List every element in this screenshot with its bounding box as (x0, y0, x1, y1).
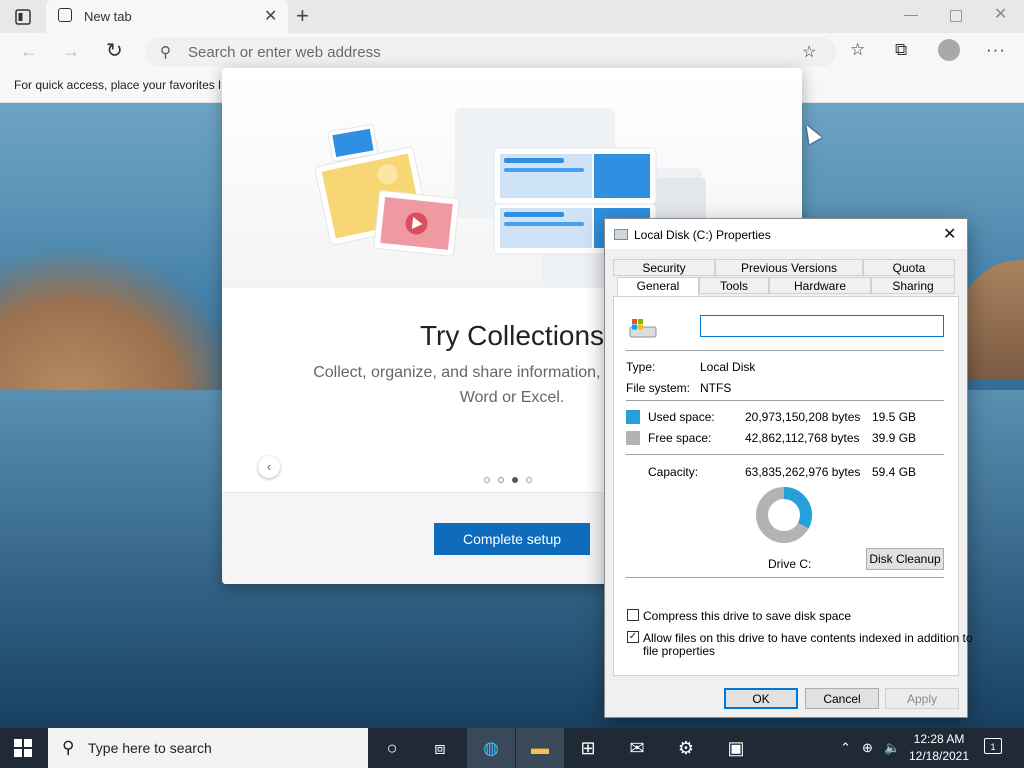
used-space-gb: 19.5 GB (872, 410, 917, 424)
tab-actions-icon[interactable] (14, 8, 32, 26)
more-options-icon[interactable]: ··· (986, 40, 1006, 60)
new-tab-favicon-icon (58, 8, 72, 22)
add-favorite-icon[interactable]: ☆ (802, 42, 816, 62)
search-icon: ⚲ (62, 738, 75, 757)
used-space-label: Used space: (648, 410, 715, 424)
tab-general[interactable]: General (617, 277, 699, 297)
divider (626, 350, 944, 351)
index-checkbox[interactable]: ✓ (627, 631, 639, 643)
refresh-icon[interactable]: ↻ (106, 38, 123, 63)
tab-new-tab[interactable]: New tab ✕ (46, 0, 288, 33)
tab-sharing[interactable]: Sharing (871, 277, 955, 294)
tab-title: New tab (84, 9, 132, 24)
taskbar: ⚲ Type here to search ○ ⧈ ◍ ▬ ⊞ ✉ ⚙ ▣ ⌃ … (0, 728, 1024, 768)
carousel-dots (484, 472, 540, 486)
chevron-up-icon[interactable]: ⌃ (840, 728, 851, 768)
free-space-bytes: 42,862,112,768 bytes (745, 431, 860, 445)
drive-letter-label: Drive C: (768, 557, 812, 571)
forward-arrow-icon[interactable]: → (62, 41, 80, 62)
drive-properties-app-icon[interactable]: ▣ (712, 728, 760, 768)
divider (626, 577, 944, 578)
carousel-previous-icon[interactable]: ‹ (258, 456, 280, 478)
window-close-icon[interactable]: ✕ (994, 4, 1007, 24)
cortana-icon[interactable]: ○ (368, 728, 416, 768)
cancel-button[interactable]: Cancel (805, 688, 879, 709)
maximize-icon[interactable] (950, 10, 962, 22)
dialog-title-bar[interactable]: Local Disk (C:) Properties ✕ (605, 219, 967, 249)
browser-toolbar: ← → ↻ ⚲ Search or enter web address ☆ ☆ … (0, 33, 1024, 71)
capacity-bytes: 63,835,262,976 bytes (745, 465, 861, 479)
volume-muted-icon[interactable]: 🔈 (884, 728, 900, 768)
mail-icon[interactable]: ✉ (613, 728, 661, 768)
compress-checkbox[interactable] (627, 609, 639, 621)
dialog-title: Local Disk (C:) Properties (634, 228, 771, 242)
disk-usage-donut (756, 487, 812, 543)
wallpaper-hill-left (0, 250, 240, 390)
clock-date[interactable]: 12/18/2021 (904, 749, 974, 763)
tab-previous-versions[interactable]: Previous Versions (715, 259, 863, 276)
edge-app-icon[interactable]: ◍ (467, 728, 515, 768)
dialog-tabs: Security Previous Versions Quota Tools H… (613, 257, 959, 297)
minimize-icon[interactable]: — (904, 6, 918, 22)
back-arrow-icon[interactable]: ← (20, 41, 38, 62)
taskbar-search-box[interactable]: ⚲ Type here to search (48, 728, 368, 768)
task-view-icon[interactable]: ⧈ (416, 728, 464, 768)
network-icon[interactable]: ⊕ (862, 728, 873, 768)
volume-label-input[interactable] (700, 315, 944, 337)
filesystem-label: File system: (626, 381, 691, 395)
windows-start-icon[interactable] (14, 739, 32, 757)
carousel-dot[interactable] (526, 477, 532, 483)
tab-quota[interactable]: Quota (863, 259, 955, 276)
index-label-line2: file properties (643, 644, 716, 658)
disk-properties-dialog: Local Disk (C:) Properties ✕ Security Pr… (604, 218, 973, 718)
used-space-swatch (626, 410, 640, 424)
complete-setup-button[interactable]: Complete setup (434, 523, 590, 555)
carousel-dot[interactable] (484, 477, 490, 483)
type-label: Type: (626, 360, 656, 374)
apply-button[interactable]: Apply (885, 688, 959, 709)
store-icon[interactable]: ⊞ (564, 728, 612, 768)
used-space-bytes: 20,973,150,208 bytes (745, 410, 861, 424)
tab-hardware[interactable]: Hardware (769, 277, 871, 294)
taskbar-search-placeholder: Type here to search (88, 740, 212, 756)
notification-center-icon[interactable]: 1 (984, 738, 1002, 754)
type-value: Local Disk (700, 360, 756, 374)
clock-time[interactable]: 12:28 AM (904, 732, 974, 746)
general-tab-panel: Type: Local Disk File system: NTFS Used … (613, 296, 973, 676)
index-label-line1: Allow files on this drive to have conten… (643, 631, 973, 645)
disk-cleanup-button[interactable]: Disk Cleanup (866, 548, 944, 570)
settings-gear-icon[interactable]: ⚙ (662, 728, 710, 768)
carousel-dot[interactable] (498, 477, 504, 483)
modal-description-line2: Word or Excel. (459, 389, 565, 406)
divider (626, 400, 944, 401)
favorites-icon[interactable]: ☆ (850, 40, 865, 60)
filesystem-value: NTFS (700, 381, 732, 395)
wallpaper-hill-right (960, 260, 1024, 380)
tab-tools[interactable]: Tools (699, 277, 769, 294)
favorites-bar-hint: For quick access, place your favorites h… (14, 78, 220, 92)
carousel-dot-active[interactable] (512, 477, 518, 483)
tab-security[interactable]: Security (613, 259, 715, 276)
address-bar[interactable]: ⚲ Search or enter web address ☆ (146, 37, 836, 67)
tab-strip: New tab ✕ + — ✕ (0, 0, 1024, 33)
dialog-close-icon[interactable]: ✕ (943, 224, 956, 244)
free-space-swatch (626, 431, 640, 445)
new-tab-plus-icon[interactable]: + (296, 3, 309, 29)
address-placeholder: Search or enter web address (188, 44, 381, 61)
compress-label: Compress this drive to save disk space (643, 609, 852, 623)
capacity-gb: 59.4 GB (872, 465, 917, 479)
file-explorer-icon[interactable]: ▬ (516, 728, 564, 768)
free-space-label: Free space: (648, 431, 712, 445)
local-disk-icon (629, 319, 657, 338)
drive-icon (614, 229, 628, 240)
profile-avatar[interactable] (938, 39, 960, 61)
search-icon: ⚲ (160, 44, 171, 61)
ok-button[interactable]: OK (724, 688, 798, 709)
capacity-label: Capacity: (648, 465, 699, 479)
tab-close-icon[interactable]: ✕ (264, 6, 277, 26)
collections-icon[interactable]: ⧉ (895, 40, 907, 60)
free-space-gb: 39.9 GB (872, 431, 917, 445)
divider (626, 454, 944, 455)
